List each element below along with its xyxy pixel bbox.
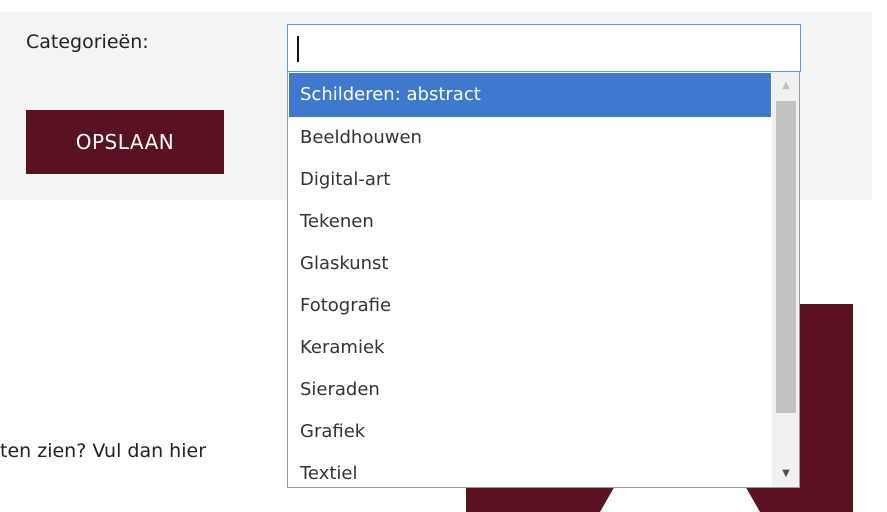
scroll-thumb[interactable] (776, 101, 796, 413)
dropdown-scrollbar[interactable]: ▲ ▼ (772, 72, 799, 487)
panel-edge (872, 0, 887, 200)
background-text: ten zien? Vul dan hier (0, 440, 290, 462)
scroll-up-arrow-icon[interactable]: ▲ (772, 72, 799, 100)
option-sieraden[interactable]: Sieraden (288, 369, 772, 411)
option-schilderen-abstract[interactable]: Schilderen: abstract (289, 73, 771, 117)
text-cursor (297, 36, 299, 62)
option-beeldhouwen[interactable]: Beeldhouwen (288, 117, 772, 159)
options-list: Schilderen: abstract Beeldhouwen Digital… (288, 72, 772, 487)
option-tekenen[interactable]: Tekenen (288, 201, 772, 243)
option-digital-art[interactable]: Digital-art (288, 159, 772, 201)
save-button[interactable]: OPSLAAN (26, 110, 224, 174)
option-grafiek[interactable]: Grafiek (288, 411, 772, 453)
option-keramiek[interactable]: Keramiek (288, 327, 772, 369)
option-glaskunst[interactable]: Glaskunst (288, 243, 772, 285)
option-fotografie[interactable]: Fotografie (288, 285, 772, 327)
categories-label: Categorieën: (26, 31, 149, 53)
categories-dropdown[interactable]: Schilderen: abstract Beeldhouwen Digital… (287, 72, 800, 488)
categories-search-input[interactable] (287, 24, 801, 72)
option-textiel[interactable]: Textiel (288, 453, 772, 487)
scroll-down-arrow-icon[interactable]: ▼ (772, 460, 799, 487)
banner-shape (600, 484, 760, 512)
background-text-content: ten zien? Vul dan hier (0, 440, 207, 462)
